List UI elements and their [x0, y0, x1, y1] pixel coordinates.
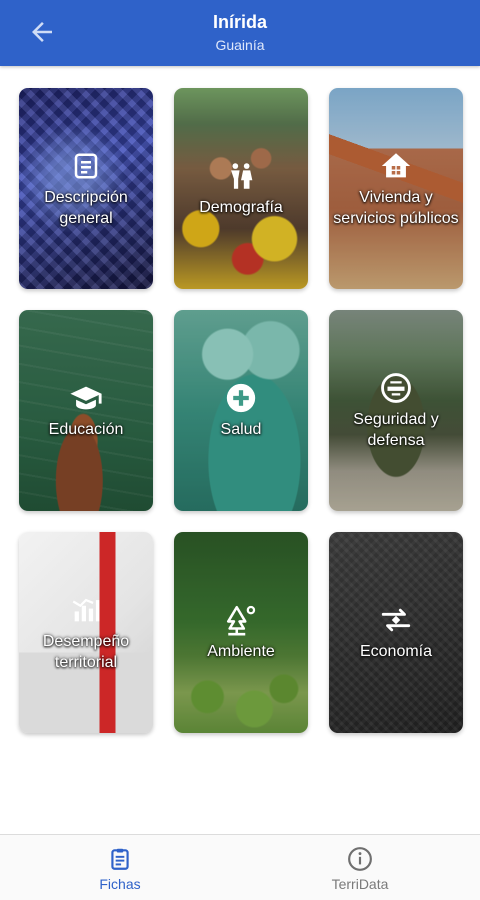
card-content: Desempeño territorial: [23, 532, 149, 733]
bottom-navigation: Fichas TerriData: [0, 834, 480, 900]
card-educacion[interactable]: Educación: [19, 310, 153, 511]
card-label: Ambiente: [207, 643, 275, 660]
nav-label: Fichas: [99, 875, 141, 892]
card-economia[interactable]: Economía: [329, 532, 463, 733]
app-bar: Inírida Guainía: [0, 0, 480, 66]
card-content: Descripción general: [23, 88, 149, 289]
graduation-cap-icon: [69, 381, 103, 415]
card-content: Economía: [333, 532, 459, 733]
page-subtitle: Guainía: [215, 37, 265, 53]
card-desempeno[interactable]: Desempeño territorial: [19, 532, 153, 733]
card-content: Vivienda y servicios públicos: [333, 88, 459, 289]
card-descripcion-general[interactable]: Descripción general: [19, 88, 153, 289]
exchange-arrows-icon: [379, 603, 413, 637]
card-content: Ambiente: [178, 532, 304, 733]
card-label: Descripción general: [44, 188, 128, 227]
card-content: Seguridad y defensa: [333, 310, 459, 511]
card-seguridad[interactable]: Seguridad y defensa: [329, 310, 463, 511]
page-title: Inírida: [212, 12, 267, 32]
card-label: Desempeño territorial: [42, 632, 130, 671]
card-label: Seguridad y defensa: [353, 410, 439, 449]
nav-label: TerriData: [331, 875, 389, 892]
nav-item-terridata[interactable]: TerriData: [240, 835, 480, 900]
card-label: Salud: [220, 421, 262, 438]
nav-item-fichas[interactable]: Fichas: [0, 835, 240, 900]
header-titles: Inírida Guainía: [0, 11, 480, 55]
house-icon: [379, 149, 413, 183]
bar-chart-icon: [69, 593, 103, 627]
card-label: Educación: [48, 421, 124, 438]
card-vivienda[interactable]: Vivienda y servicios públicos: [329, 88, 463, 289]
card-demografia[interactable]: Demografía: [174, 88, 308, 289]
card-label: Vivienda y servicios públicos: [333, 188, 459, 227]
card-content: Educación: [23, 310, 149, 511]
card-content: Demografía: [178, 88, 304, 289]
shield-emblem-icon: [379, 371, 413, 405]
card-label: Economía: [359, 643, 433, 660]
clipboard-icon: [106, 845, 134, 873]
info-icon: [346, 845, 374, 873]
document-list-icon: [69, 149, 103, 183]
card-label: Demografía: [199, 199, 283, 216]
health-cross-icon: [224, 381, 258, 415]
tree-sun-icon: [224, 603, 258, 637]
card-ambiente[interactable]: Ambiente: [174, 532, 308, 733]
people-icon: [224, 159, 258, 193]
card-content: Salud: [178, 310, 304, 511]
card-salud[interactable]: Salud: [174, 310, 308, 511]
